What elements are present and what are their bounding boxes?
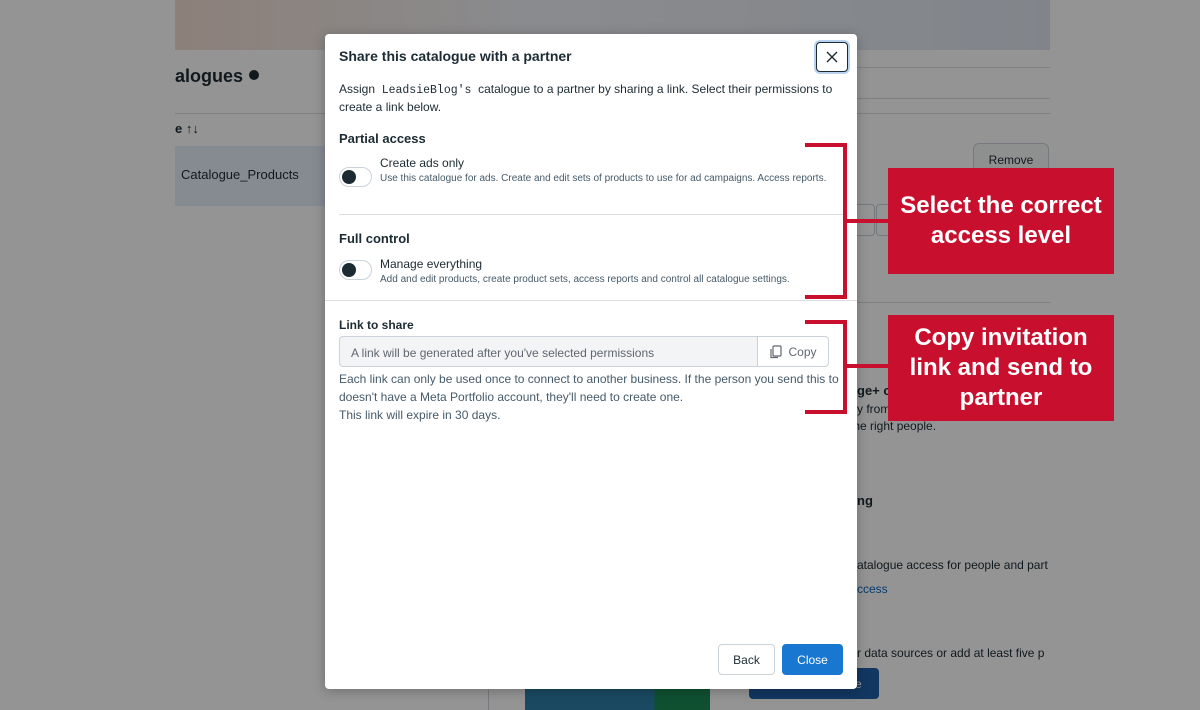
link-to-share-heading: Link to share xyxy=(339,318,414,332)
section-divider xyxy=(339,214,843,215)
create-ads-only-toggle[interactable] xyxy=(339,167,372,187)
callout-connector xyxy=(846,219,888,223)
business-name: LeadsieBlog's xyxy=(381,84,472,97)
close-dialog-button[interactable] xyxy=(816,42,848,72)
dialog-title: Share this catalogue with a partner xyxy=(339,48,572,64)
create-ads-only-description: Use this catalogue for ads. Create and e… xyxy=(380,173,827,184)
dialog-description: Assign LeadsieBlog's catalogue to a part… xyxy=(339,82,833,114)
share-catalogue-dialog: Share this catalogue with a partner Assi… xyxy=(325,34,857,689)
toggle-knob xyxy=(342,263,356,277)
share-link-field[interactable]: A link will be generated after you've se… xyxy=(339,336,829,367)
link-help-text: Each link can only be used once to conne… xyxy=(339,372,839,422)
access-level-bracket xyxy=(805,143,847,299)
callout-connector xyxy=(846,364,888,368)
callout-select-access: Select the correct access level xyxy=(888,168,1114,274)
copy-icon xyxy=(770,344,783,358)
create-ads-only-label: Create ads only xyxy=(380,156,465,170)
toggle-knob xyxy=(342,170,356,184)
link-bracket xyxy=(805,320,847,414)
close-button[interactable]: Close xyxy=(782,644,843,675)
full-control-heading: Full control xyxy=(339,231,410,246)
callout-copy-link: Copy invitation link and send to partner xyxy=(888,315,1114,421)
manage-everything-description: Add and edit products, create product se… xyxy=(380,274,790,285)
share-link-placeholder: A link will be generated after you've se… xyxy=(351,346,655,360)
manage-everything-toggle[interactable] xyxy=(339,260,372,280)
close-icon xyxy=(826,51,838,63)
back-button[interactable]: Back xyxy=(718,644,775,675)
partial-access-heading: Partial access xyxy=(339,131,426,146)
section-divider xyxy=(325,300,857,301)
manage-everything-label: Manage everything xyxy=(380,257,483,271)
